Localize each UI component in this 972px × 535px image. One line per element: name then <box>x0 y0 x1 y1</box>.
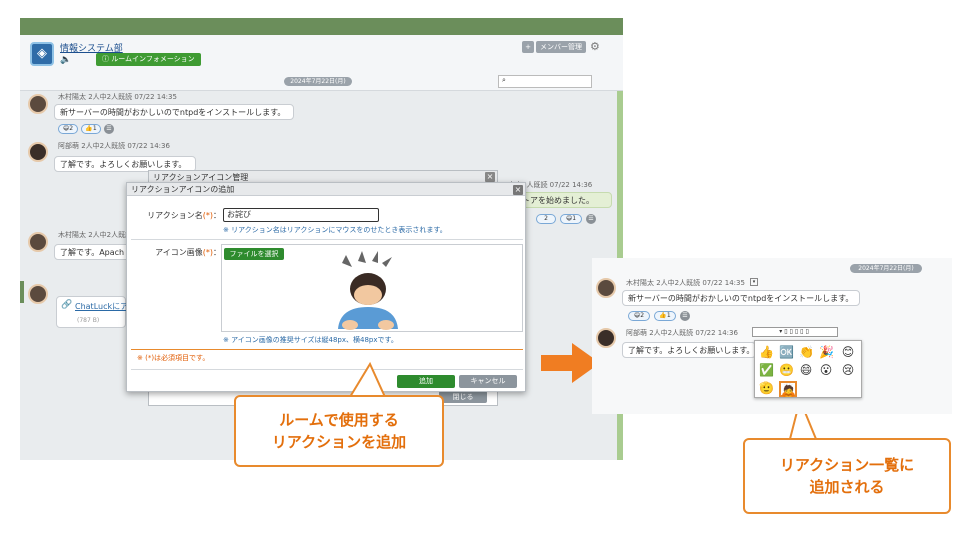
bowing-person-icon[interactable]: 🙇 <box>779 381 797 397</box>
message-bubble: 了解です。よろしくお願いします。 <box>622 342 756 358</box>
avatar[interactable] <box>596 328 616 348</box>
salute-icon[interactable]: 🫡 <box>759 381 774 395</box>
smile-icon[interactable]: 😊 <box>841 345 855 359</box>
message-toolbar[interactable]: ▾▯▯▯▯▯ <box>752 327 838 337</box>
reaction-chip[interactable]: 👍1 <box>654 311 676 321</box>
reaction-picker: 👍 🆗 👏 🎉 😊 ✅ 😬 😄 😮 😢 🫡 🙇 <box>754 340 862 398</box>
callout-added-to-list: リアクション一覧に 追加される <box>743 438 951 514</box>
avatar[interactable] <box>596 278 616 298</box>
check-icon[interactable]: ✅ <box>759 363 774 377</box>
chevron-down-icon[interactable]: ▾ <box>750 278 758 286</box>
grin-icon[interactable]: 😄 <box>799 363 813 377</box>
callout-line: ルームで使用する <box>279 411 399 429</box>
crying-icon[interactable]: 😢 <box>841 363 855 377</box>
callout-line: リアクション一覧に <box>779 456 915 474</box>
callout-add-reaction: ルームで使用する リアクションを追加 <box>234 395 444 467</box>
message-meta: 阿部萌 2人中2人既読 07/22 14:36 <box>626 329 738 337</box>
clap-icon[interactable]: 👏 <box>799 345 814 359</box>
reaction-chip[interactable]: 😄2 <box>628 311 650 321</box>
ok-icon[interactable]: 🆗 <box>779 345 794 359</box>
reaction-list-preview: 2024年7月22日(月) 木村陽太 2人中2人既読 07/22 14:35 ▾… <box>592 258 952 414</box>
add-reaction-icon[interactable]: ☰ <box>680 311 690 321</box>
date-divider: 2024年7月22日(月) <box>850 264 922 273</box>
message-bubble: 新サーバーの時間がおかしいのでntpdをインストールします。 <box>622 290 860 306</box>
party-icon[interactable]: 🎉 <box>819 345 834 359</box>
grimace-icon[interactable]: 😬 <box>779 363 794 377</box>
callout-line: リアクションを追加 <box>271 433 407 451</box>
callout-line: 追加される <box>809 478 885 496</box>
thumbs-up-icon[interactable]: 👍 <box>759 345 774 359</box>
message-meta: 木村陽太 2人中2人既読 07/22 14:35 <box>626 279 745 287</box>
surprised-icon[interactable]: 😮 <box>819 363 833 377</box>
